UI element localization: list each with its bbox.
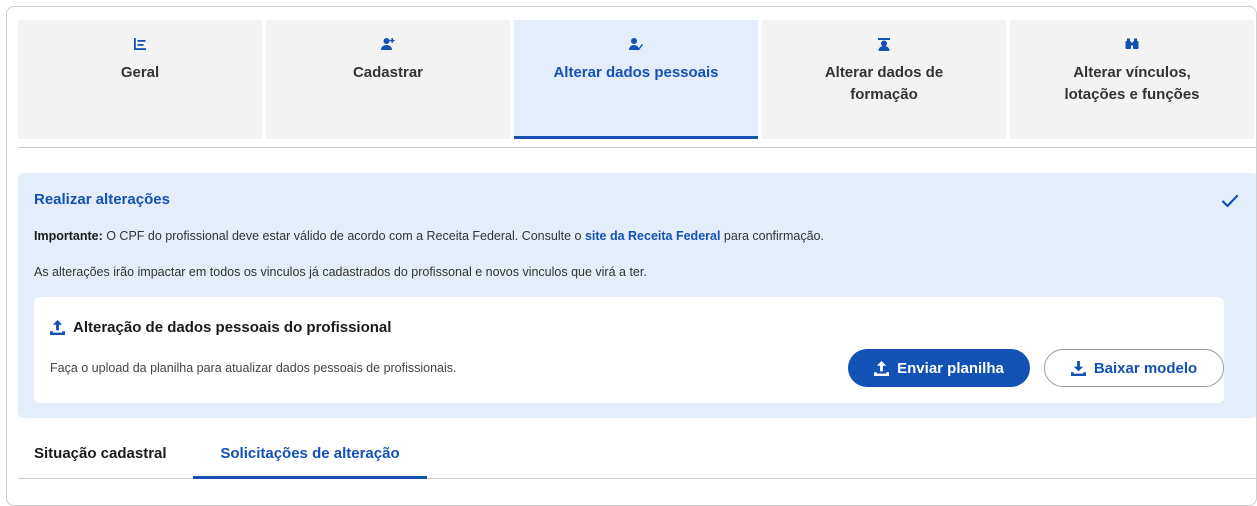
enviar-planilha-label: Enviar planilha: [897, 359, 1004, 377]
user-edit-icon: [628, 36, 644, 52]
upload-icon: [50, 320, 65, 335]
important-text: O CPF do profissional deve estar válido …: [102, 229, 585, 243]
tabs-divider: [18, 147, 1256, 148]
download-icon: [1070, 360, 1086, 376]
important-text-end: para confirmação.: [720, 229, 824, 243]
chart-list-icon: [132, 36, 148, 52]
impact-notice: As alterações irão impactar em todos os …: [34, 265, 647, 279]
tab-label: Geral: [120, 64, 160, 81]
baixar-modelo-button[interactable]: Baixar modelo: [1044, 349, 1224, 387]
tab-alterar-dados-formacao[interactable]: Alterar dados de formação: [762, 20, 1006, 139]
important-label: Importante:: [34, 229, 103, 243]
tab-solicitacoes-alteracao[interactable]: Solicitações de alteração: [193, 445, 427, 479]
tab-label: Cadastrar: [352, 64, 424, 81]
tab-situacao-cadastral[interactable]: Situação cadastral: [34, 445, 167, 479]
panel-title[interactable]: Realizar alterações: [34, 191, 170, 208]
enviar-planilha-button[interactable]: Enviar planilha: [848, 349, 1030, 387]
baixar-modelo-label: Baixar modelo: [1093, 359, 1198, 377]
tab-label: Alterar vínculos, lotações e funções: [1064, 64, 1200, 103]
card-title-text: Alteração de dados pessoais do profissio…: [73, 319, 392, 336]
graduate-icon: [876, 36, 892, 52]
main-tabs: Geral Cadastrar Alterar dados pessoais A…: [18, 20, 1256, 139]
user-plus-icon: [380, 36, 396, 52]
tab-label: Alterar dados pessoais: [553, 64, 719, 81]
tab-alterar-vinculos[interactable]: Alterar vínculos, lotações e funções: [1010, 20, 1254, 139]
tab-geral[interactable]: Geral: [18, 20, 262, 139]
receita-federal-link[interactable]: site da Receita Federal: [585, 229, 720, 243]
upload-card: Alteração de dados pessoais do profissio…: [34, 297, 1224, 403]
tab-label: Alterar dados de formação: [824, 64, 944, 103]
sub-tabs: Situação cadastral Solicitações de alter…: [18, 435, 1256, 479]
tab-alterar-dados-pessoais[interactable]: Alterar dados pessoais: [514, 20, 758, 139]
realizar-alteracoes-panel: Realizar alterações Importante: O CPF do…: [18, 173, 1256, 418]
upload-icon: [874, 360, 890, 376]
card-title: Alteração de dados pessoais do profissio…: [50, 319, 391, 336]
check-icon[interactable]: [1220, 191, 1240, 211]
binoculars-icon: [1124, 36, 1140, 52]
important-notice: Importante: O CPF do profissional deve e…: [34, 229, 824, 243]
tab-cadastrar[interactable]: Cadastrar: [266, 20, 510, 139]
card-description: Faça o upload da planilha para atualizar…: [50, 361, 457, 375]
page-frame: Geral Cadastrar Alterar dados pessoais A…: [6, 6, 1257, 506]
